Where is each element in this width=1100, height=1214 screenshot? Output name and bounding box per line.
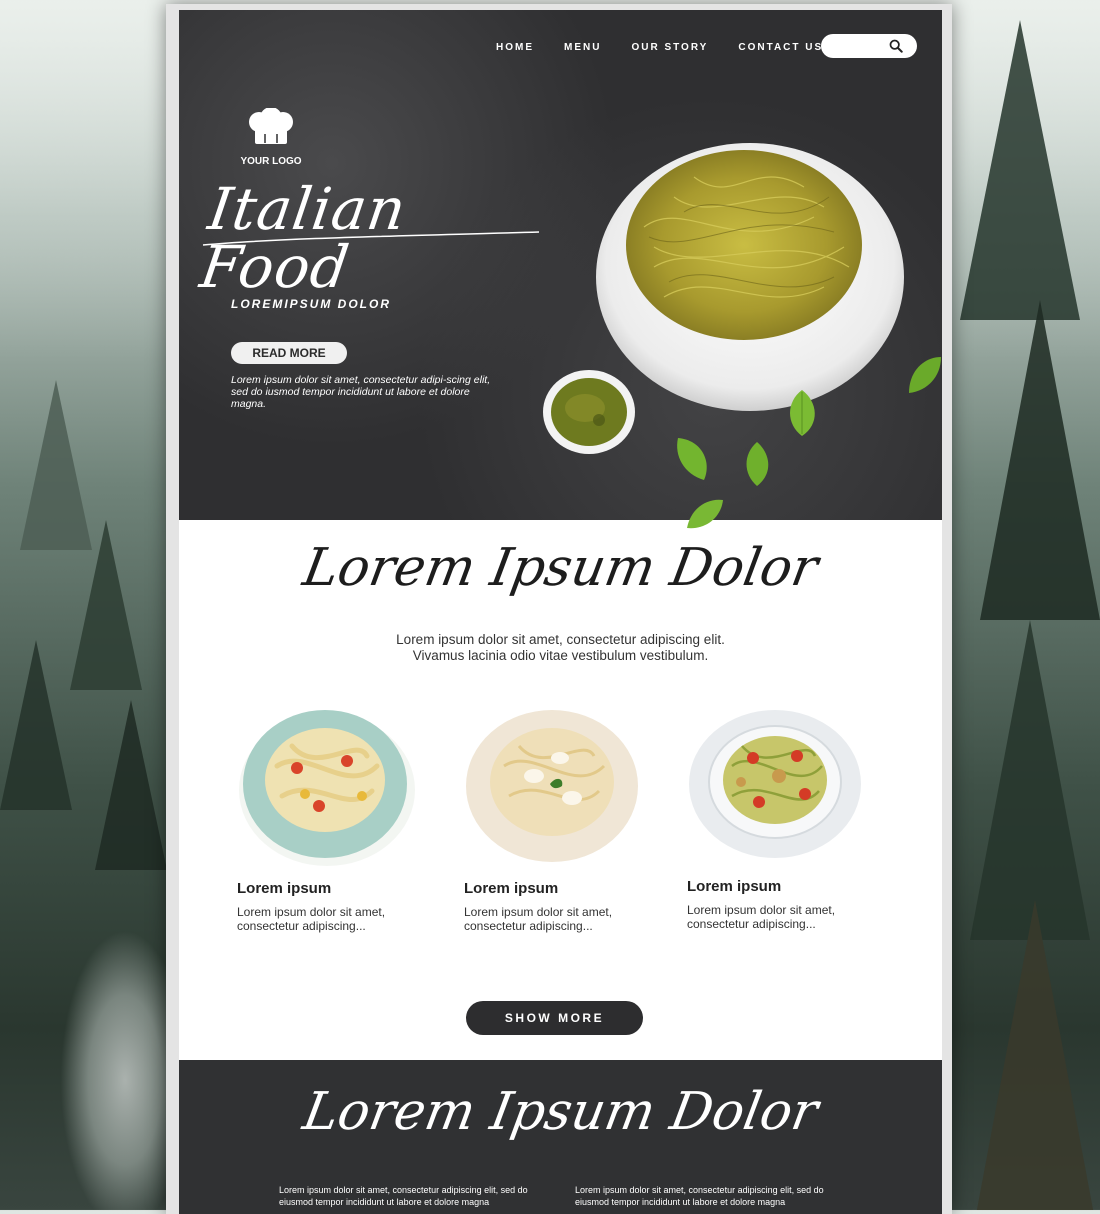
- web-page: HOME MENU OUR STORY CONTACT US YOUR LOGO…: [179, 10, 942, 1214]
- nav-home[interactable]: HOME: [496, 42, 534, 53]
- dish-title: Lorem ipsum: [687, 878, 782, 895]
- basil-leaf-image: [677, 438, 707, 480]
- creamy-pasta-dish-image: [466, 710, 638, 862]
- hero-description: Lorem ipsum dolor sit amet, consectetur …: [231, 374, 491, 410]
- tree-shape: [95, 700, 167, 870]
- footer-section: Lorem Ipsum Dolor Lorem ipsum dolor sit …: [179, 1060, 942, 1214]
- title-underline: [202, 231, 540, 246]
- dish-description: Lorem ipsum dolor sit amet, consectetur …: [237, 905, 386, 933]
- footer-text-left: Lorem ipsum dolor sit amet, consectetur …: [279, 1185, 528, 1207]
- pesto-pasta-plate-image: [596, 143, 904, 411]
- nav-contact-us[interactable]: CONTACT US: [738, 42, 823, 53]
- nav-our-story[interactable]: OUR STORY: [631, 42, 708, 53]
- tree-shape: [960, 20, 1080, 320]
- dish-title: Lorem ipsum: [464, 880, 559, 897]
- basil-leaf-image: [687, 499, 723, 529]
- tree-shape: [980, 300, 1100, 620]
- basil-leaf-image: [790, 390, 815, 436]
- section-title: Lorem Ipsum Dolor: [298, 538, 823, 598]
- search-icon[interactable]: [889, 39, 903, 53]
- hero-section: HOME MENU OUR STORY CONTACT US YOUR LOGO…: [179, 10, 942, 529]
- section-intro-line2: Vivamus lacinia odio vitae vestibulum ve…: [412, 648, 709, 663]
- tree-shape: [0, 640, 72, 810]
- section-intro: Lorem ipsum dolor sit amet, consectetur …: [179, 632, 942, 664]
- dish-description: Lorem ipsum dolor sit amet, consectetur …: [464, 905, 613, 933]
- dish-title: Lorem ipsum: [237, 880, 332, 897]
- section-intro-line1: Lorem ipsum dolor sit amet, consectetur …: [396, 632, 725, 647]
- footer-text-right: Lorem ipsum dolor sit amet, consectetur …: [575, 1185, 824, 1207]
- tree-shape: [975, 900, 1095, 1210]
- main-nav: HOME MENU OUR STORY CONTACT US: [496, 42, 823, 53]
- dish-card[interactable]: Lorem ipsum Lorem ipsum dolor sit amet, …: [687, 706, 867, 931]
- basil-leaf-image: [746, 442, 769, 486]
- search-box[interactable]: [821, 34, 917, 58]
- nav-menu[interactable]: MENU: [564, 42, 601, 53]
- dish-card[interactable]: Lorem ipsum Lorem ipsum dolor sit amet, …: [237, 706, 417, 933]
- tree-shape: [70, 520, 142, 690]
- hero-subtitle: LOREMIPSUM DOLOR: [231, 297, 391, 311]
- zoodle-dish-image: [689, 710, 861, 858]
- footer-title: Lorem Ipsum Dolor: [298, 1082, 823, 1142]
- dish-card[interactable]: Lorem ipsum Lorem ipsum dolor sit amet, …: [464, 706, 644, 933]
- website-mockup: HOME MENU OUR STORY CONTACT US YOUR LOGO…: [166, 4, 952, 1214]
- read-more-button[interactable]: READ MORE: [231, 342, 347, 364]
- basil-leaf-image: [909, 357, 941, 393]
- tree-shape: [970, 620, 1090, 940]
- logo[interactable]: YOUR LOGO: [231, 107, 311, 167]
- tagliatelle-dish-image: [239, 710, 415, 866]
- logo-text: YOUR LOGO: [240, 156, 302, 167]
- show-more-button[interactable]: SHOW MORE: [466, 1001, 643, 1035]
- chef-hat-icon: [249, 107, 293, 144]
- search-input[interactable]: [831, 39, 895, 53]
- pesto-bowl-image: [543, 370, 635, 454]
- dish-description: Lorem ipsum dolor sit amet, consectetur …: [687, 903, 836, 931]
